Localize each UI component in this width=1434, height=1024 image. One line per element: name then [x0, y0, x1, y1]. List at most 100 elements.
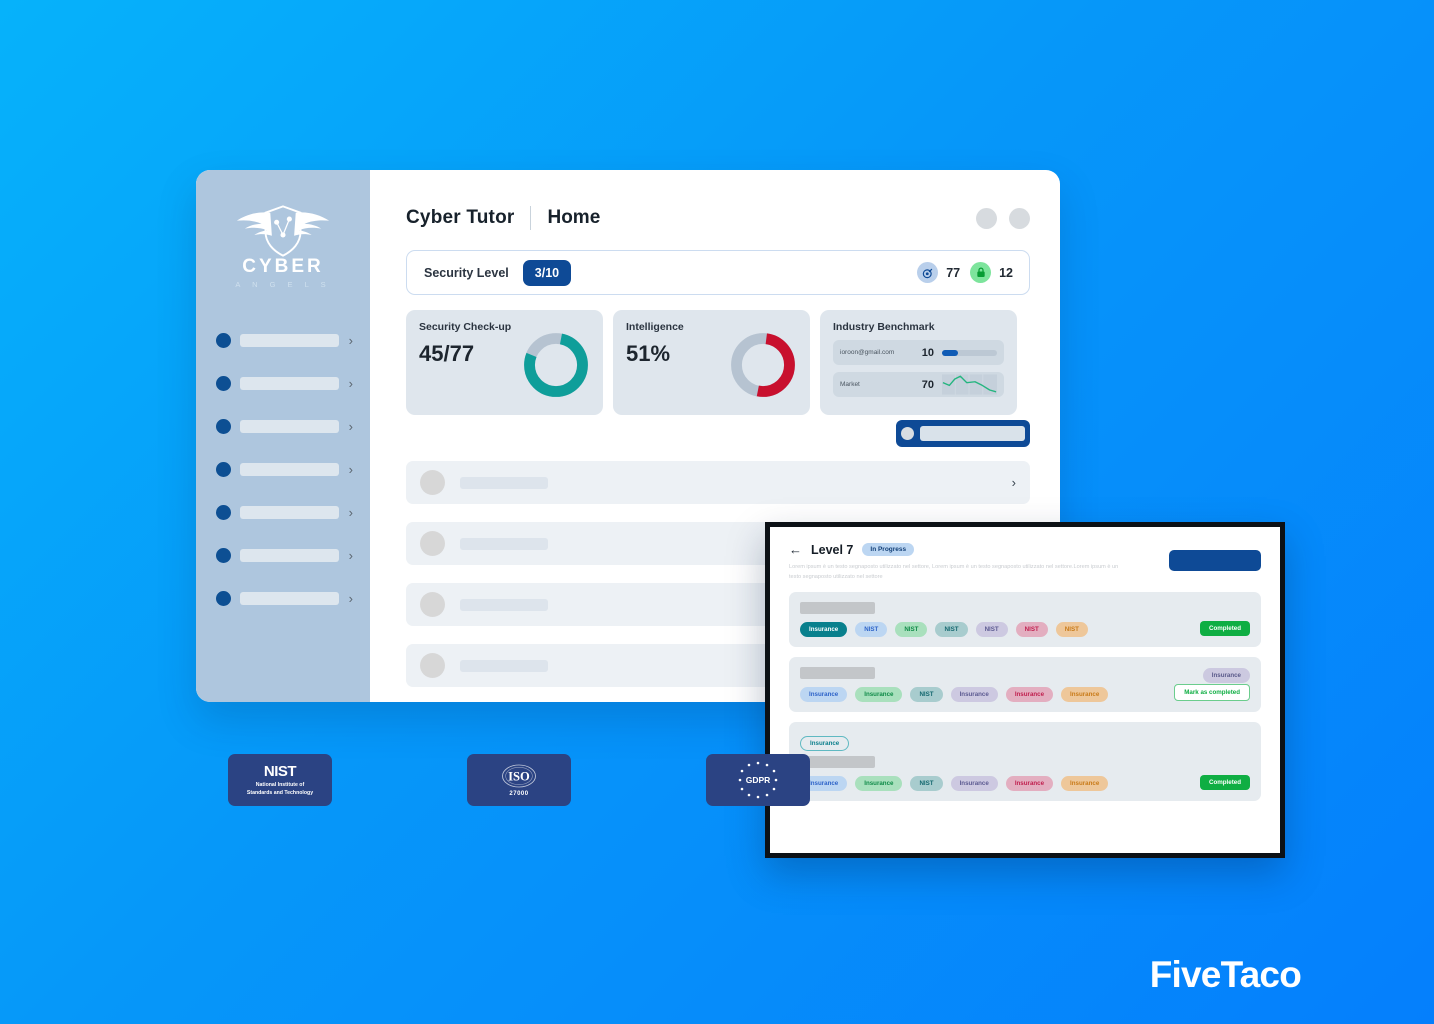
cert-badge-iso: ISO 27000: [467, 754, 571, 806]
gdpr-eu-stars-icon: GDPR: [738, 761, 778, 799]
app-logo: CYBER A N G E L S: [196, 200, 370, 289]
tag-insurance[interactable]: Insurance: [855, 776, 903, 791]
tag-nist[interactable]: NIST: [935, 622, 968, 637]
sidebar-item-4[interactable]: ›: [216, 458, 353, 480]
toggle-knob-icon: [901, 427, 914, 440]
task-card[interactable]: Insurance Insurance Insurance NIST Insur…: [789, 722, 1261, 801]
security-level-bar: Security Level 3/10 77 12: [406, 250, 1030, 295]
task-status-button[interactable]: Completed: [1200, 621, 1250, 636]
chevron-right-icon: ›: [348, 375, 353, 391]
top-bar: Cyber Tutor Home: [406, 206, 1030, 230]
task-card[interactable]: Insurance Insurance Insurance NIST Insur…: [789, 657, 1261, 712]
cyber-angels-wings-icon: [236, 205, 330, 257]
benchmark-sparkline-chart: [942, 374, 997, 395]
benchmark-row-email-value: 10: [921, 346, 934, 359]
status-badge: In Progress: [862, 543, 915, 556]
modal-primary-button[interactable]: [1169, 550, 1261, 571]
tag-insurance[interactable]: Insurance: [950, 687, 998, 702]
target-icon-svg: [922, 268, 933, 278]
sidebar-item-label-placeholder: [240, 505, 339, 519]
sidebar-item-5[interactable]: ›: [216, 501, 353, 523]
intelligence-card[interactable]: Intelligence 51%: [613, 310, 810, 415]
svg-text:GDPR: GDPR: [746, 775, 771, 785]
modal-description: Lorem ipsum è un testo segnaposto utiliz…: [789, 564, 1119, 580]
task-status-button[interactable]: Mark as completed: [1174, 684, 1250, 701]
benchmark-row-market: Market 70: [833, 372, 1004, 397]
sidebar-item-label-placeholder: [240, 591, 339, 605]
task-tag-row: Insurance NIST NIST NIST NIST NIST NIST: [800, 622, 1250, 637]
task-title-placeholder: [800, 602, 875, 614]
stat-lock: 12: [970, 262, 1013, 283]
tag-nist[interactable]: NIST: [1015, 622, 1048, 637]
task-tag-row: Insurance Insurance NIST Insurance Insur…: [800, 776, 1250, 791]
task-card[interactable]: Insurance NIST NIST NIST NIST NIST NIST …: [789, 592, 1261, 647]
benchmark-row-market-value: 70: [921, 378, 934, 391]
tag-insurance[interactable]: Insurance: [1005, 776, 1054, 791]
tag-nist[interactable]: NIST: [910, 776, 943, 791]
app-brand-name: Cyber Tutor: [406, 207, 515, 228]
dot-icon: [216, 590, 231, 606]
dot-icon: [216, 332, 231, 348]
tag-insurance[interactable]: Insurance: [855, 687, 903, 702]
notification-icon[interactable]: [976, 207, 997, 229]
arrow-left-icon[interactable]: ←: [789, 542, 802, 557]
tag-nist[interactable]: NIST: [895, 622, 928, 637]
stat-lock-value: 12: [999, 265, 1013, 280]
sidebar-nav: › › › › › › ›: [196, 329, 370, 609]
iso-number: 27000: [509, 791, 529, 797]
tag-nist[interactable]: NIST: [910, 687, 943, 702]
sidebar-item-label-placeholder: [240, 376, 339, 390]
sidebar-item-label-placeholder: [240, 462, 339, 476]
nist-logo-text: NIST: [263, 763, 297, 781]
lock-icon: [970, 262, 992, 283]
tag-insurance[interactable]: Insurance: [800, 687, 848, 702]
tag-insurance[interactable]: Insurance: [950, 776, 998, 791]
avatar[interactable]: [1009, 207, 1030, 229]
tag-insurance[interactable]: Insurance: [800, 622, 848, 637]
stat-target: 77: [917, 262, 960, 283]
dot-icon: [216, 375, 231, 391]
top-actions: [976, 207, 1030, 229]
logo-wordmark: CYBER: [242, 256, 324, 277]
chevron-right-icon: ›: [348, 461, 353, 477]
header-divider: [530, 206, 532, 230]
cert-badge-gdpr: GDPR: [706, 754, 810, 806]
task-status-button[interactable]: Completed: [1200, 775, 1250, 790]
modal-body: ← Level 7 In Progress Lorem ipsum è un t…: [770, 527, 1280, 801]
intelligence-donut-chart: [731, 333, 795, 397]
sidebar-item-6[interactable]: ›: [216, 544, 353, 566]
sidebar-item-7[interactable]: ›: [216, 587, 353, 609]
chevron-right-icon: ›: [348, 547, 353, 563]
certification-badges: NIST National Institute of Standards and …: [228, 754, 810, 806]
tag-insurance[interactable]: Insurance: [1061, 687, 1109, 702]
avatar: [420, 470, 445, 495]
nist-subtitle: National Institute of Standards and Techn…: [246, 782, 314, 796]
sidebar-item-1[interactable]: ›: [216, 329, 353, 351]
tag-nist[interactable]: NIST: [1055, 622, 1088, 637]
list-item[interactable]: ›: [406, 461, 1030, 504]
chevron-right-icon: ›: [1011, 475, 1016, 490]
svg-text:ISO: ISO: [508, 770, 530, 784]
benchmark-progress-fill: [942, 349, 958, 356]
sidebar-item-3[interactable]: ›: [216, 415, 353, 437]
avatar: [420, 592, 445, 617]
view-toggle-button[interactable]: [896, 420, 1030, 447]
security-checkup-card[interactable]: Security Check-up 45/77: [406, 310, 603, 415]
dot-icon: [216, 504, 231, 520]
sidebar-item-2[interactable]: ›: [216, 372, 353, 394]
tag-insurance[interactable]: Insurance: [1005, 687, 1054, 702]
level-detail-modal: ← Level 7 In Progress Lorem ipsum è un t…: [765, 522, 1285, 858]
sidebar-item-label-placeholder: [240, 548, 339, 562]
metric-cards: Security Check-up 45/77 Intelligence 51%…: [406, 310, 1030, 415]
target-icon: [917, 262, 939, 283]
tag-nist[interactable]: NIST: [975, 622, 1008, 637]
stat-target-value: 77: [946, 265, 961, 280]
industry-benchmark-title: Industry Benchmark: [833, 321, 935, 333]
tag-nist[interactable]: NIST: [855, 622, 888, 637]
cert-badge-nist: NIST National Institute of Standards and …: [228, 754, 332, 806]
logo-subtext: A N G E L S: [235, 280, 331, 289]
list-item-label-placeholder: [460, 537, 548, 550]
industry-benchmark-card[interactable]: Industry Benchmark ioroon@gmail.com 10 M…: [820, 310, 1017, 415]
tag-insurance[interactable]: Insurance: [1061, 776, 1109, 791]
fivetaco-watermark: FiveTaco: [1149, 954, 1302, 995]
